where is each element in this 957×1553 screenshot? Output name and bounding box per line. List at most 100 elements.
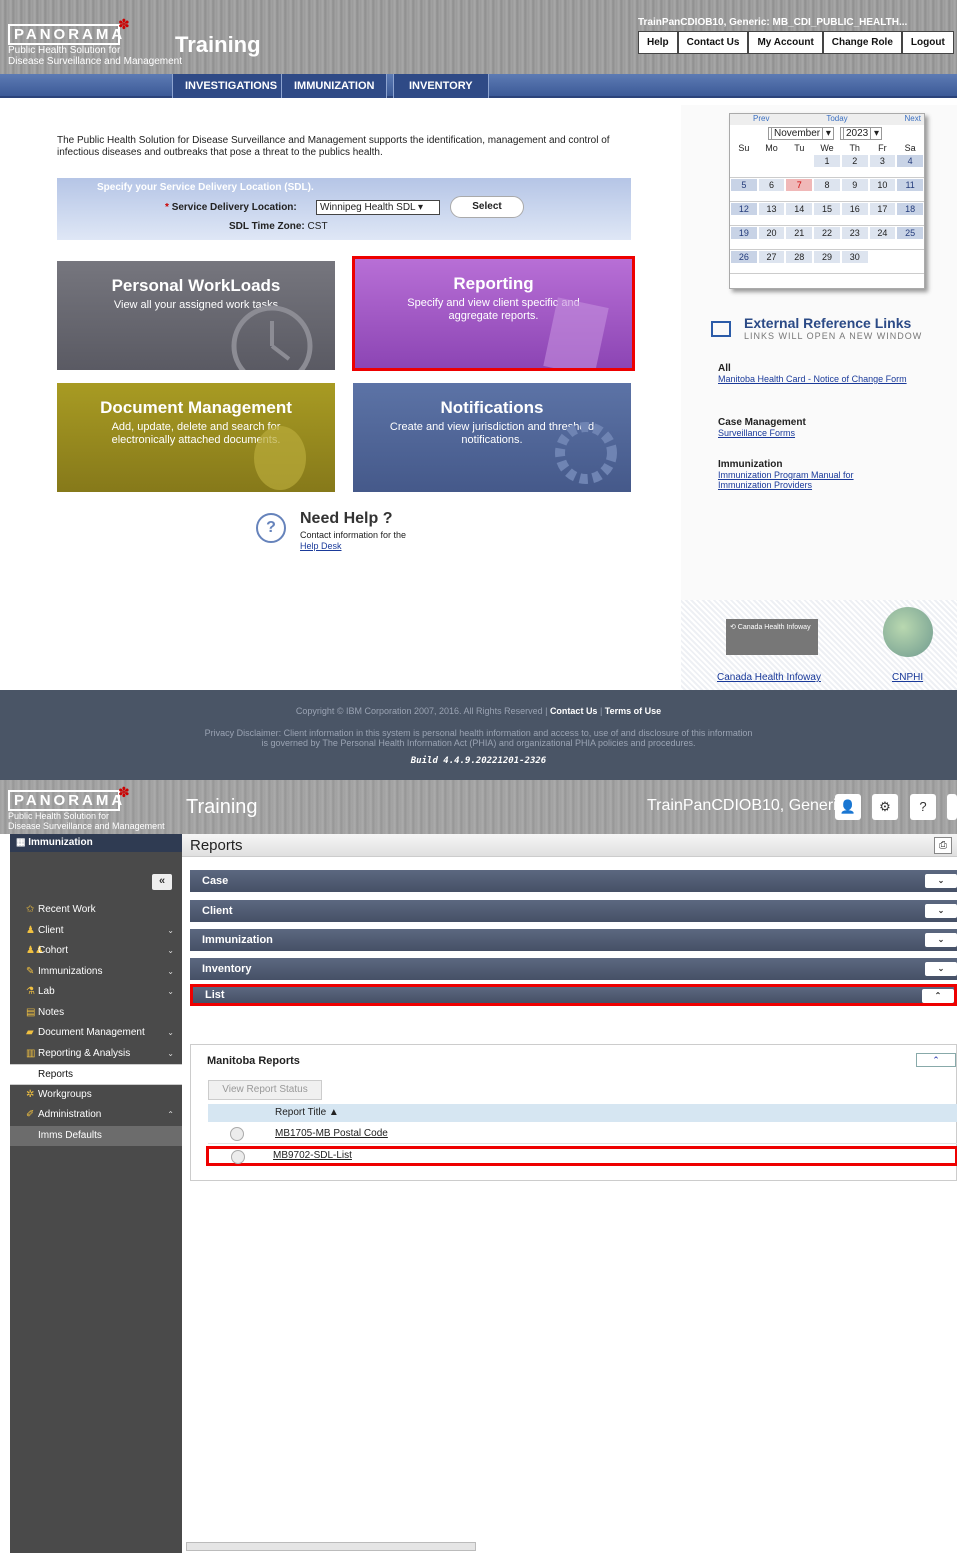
section-case[interactable]: Case ⌄	[190, 870, 957, 892]
expand-icon[interactable]: ⌄	[925, 904, 957, 918]
calendar-day[interactable]: 8	[813, 178, 841, 202]
table-row[interactable]: MB1705-MB Postal Code	[208, 1124, 957, 1144]
sidebar-item-administration[interactable]: ✐ Administration ⌃	[10, 1105, 182, 1126]
page-title: Reports	[190, 837, 243, 854]
tile-reporting[interactable]: Reporting Specify and view client specif…	[352, 256, 635, 371]
cnphi-link[interactable]: CNPHI	[892, 672, 923, 683]
calendar-day[interactable]: 12	[730, 202, 758, 226]
calendar-day[interactable]: 25	[896, 226, 924, 250]
calendar-day[interactable]: 19	[730, 226, 758, 250]
change-role-button[interactable]: Change Role	[822, 31, 902, 54]
calendar-day[interactable]: 29	[813, 250, 841, 274]
user-icon[interactable]: 👤	[835, 794, 861, 820]
sidebar-item-workgroups[interactable]: ✲ Workgroups	[10, 1085, 182, 1106]
calendar-day[interactable]: 6	[757, 178, 786, 202]
my-account-button[interactable]: My Account	[748, 31, 823, 54]
calendar-day[interactable]: 9	[840, 178, 869, 202]
select-button[interactable]: Select	[450, 196, 524, 218]
tile-document-management[interactable]: Document Management Add, update, delete …	[57, 383, 335, 492]
calendar-day[interactable]: 28	[785, 250, 814, 274]
calendar-day[interactable]: 3	[868, 154, 897, 178]
sidebar-item-reports[interactable]: Reports	[10, 1064, 182, 1085]
calendar-day[interactable]: 26	[730, 250, 758, 274]
calendar-day[interactable]: 30	[840, 250, 869, 274]
view-report-status-button[interactable]: View Report Status	[208, 1080, 322, 1100]
report-link[interactable]: MB9702-SDL-List	[273, 1149, 352, 1163]
contact-us-button[interactable]: Contact Us	[677, 31, 749, 54]
calendar-day[interactable]: 16	[840, 202, 869, 226]
col-report-title[interactable]: Report Title ▲	[275, 1104, 339, 1122]
day-number: 29	[814, 251, 840, 263]
help-icon[interactable]: ?	[910, 794, 936, 820]
section-immunization[interactable]: Immunization ⌄	[190, 929, 957, 951]
ext-link[interactable]: Manitoba Health Card - Notice of Change …	[718, 374, 907, 384]
sidebar-item-document-management[interactable]: ▰ Document Management ⌄	[10, 1023, 182, 1044]
calendar-day[interactable]: 27	[757, 250, 786, 274]
tile-notifications[interactable]: Notifications Create and view jurisdicti…	[353, 383, 631, 492]
month-select[interactable]: November ▾	[768, 127, 834, 140]
calendar-day[interactable]: 11	[896, 178, 924, 202]
row-radio[interactable]	[230, 1127, 244, 1141]
more-icon[interactable]	[947, 794, 957, 820]
logout-button[interactable]: Logout	[901, 31, 954, 54]
calendar-day[interactable]: 1	[813, 154, 841, 178]
prev-link[interactable]: Prev	[753, 114, 769, 125]
gear-icon[interactable]: ⚙	[872, 794, 898, 820]
sidebar-item-client[interactable]: ♟ Client ⌄	[10, 921, 182, 942]
sidebar-item-cohort[interactable]: ♟♟Cohort ⌄	[10, 941, 182, 962]
expand-icon[interactable]: ⌄	[925, 933, 957, 947]
ext-link[interactable]: Immunization Program Manual for Immuniza…	[718, 470, 854, 490]
calendar-day[interactable]: 20	[757, 226, 786, 250]
report-link[interactable]: MB1705-MB Postal Code	[275, 1124, 388, 1144]
calendar-day[interactable]: 4	[896, 154, 924, 178]
calendar-day[interactable]: 17	[868, 202, 897, 226]
section-list[interactable]: List ⌃	[190, 984, 957, 1006]
tile-personal-workloads[interactable]: Personal WorkLoads View all your assigne…	[57, 261, 335, 370]
sidebar-item-lab[interactable]: ⚗ Lab ⌄	[10, 982, 182, 1003]
calendar-day[interactable]: 14	[785, 202, 814, 226]
expand-icon[interactable]: ⌄	[925, 874, 957, 888]
privacy-line-2: is governed by The Personal Health Infor…	[261, 738, 696, 748]
print-icon[interactable]: ⎙	[934, 837, 952, 854]
section-client[interactable]: Client ⌄	[190, 900, 957, 922]
collapse-icon[interactable]: ⌃	[922, 989, 954, 1003]
nav-inventory[interactable]: INVENTORY	[393, 74, 489, 98]
calendar-day[interactable]: 10	[868, 178, 897, 202]
infoway-link[interactable]: Canada Health Infoway	[717, 672, 821, 683]
calendar-day[interactable]: 24	[868, 226, 897, 250]
sidebar-item-immunizations[interactable]: ✎ Immunizations ⌄	[10, 962, 182, 983]
today-link[interactable]: Today	[826, 114, 847, 125]
help-desk-link[interactable]: Help Desk	[300, 541, 342, 551]
next-link[interactable]: Next	[905, 114, 921, 125]
calendar-day[interactable]: 22	[813, 226, 841, 250]
sidebar-item-reporting-analysis[interactable]: ▥ Reporting & Analysis ⌄	[10, 1044, 182, 1065]
calendar-day[interactable]: 7	[785, 178, 814, 202]
expand-icon[interactable]: ⌄	[925, 962, 957, 976]
calendar-day[interactable]: 23	[840, 226, 869, 250]
calendar-day[interactable]: 18	[896, 202, 924, 226]
calendar-day[interactable]: 15	[813, 202, 841, 226]
module-switcher[interactable]: ▦ Immunization	[10, 834, 182, 852]
collapse-sidebar-button[interactable]: «	[152, 874, 172, 890]
table-row[interactable]: MB9702-SDL-List	[206, 1146, 957, 1166]
sidebar-item-recent-work[interactable]: ✩ Recent Work	[10, 900, 182, 921]
sidebar-item-notes[interactable]: ▤ Notes	[10, 1003, 182, 1024]
nav-investigations[interactable]: INVESTIGATIONS	[172, 74, 291, 98]
sidebar-item-imms-defaults[interactable]: Imms Defaults	[10, 1125, 182, 1146]
footer-terms-link[interactable]: Terms of Use	[605, 706, 661, 716]
calendar-day[interactable]: 13	[757, 202, 786, 226]
sdl-select[interactable]: Winnipeg Health SDL ▾	[316, 200, 440, 215]
calendar-day[interactable]: 2	[840, 154, 869, 178]
footer-contact-link[interactable]: Contact Us	[550, 706, 598, 716]
year-select[interactable]: 2023 ▾	[839, 127, 883, 140]
calendar-empty	[730, 154, 758, 178]
row-radio[interactable]	[231, 1150, 245, 1164]
section-inventory[interactable]: Inventory ⌄	[190, 958, 957, 980]
calendar-day[interactable]: 5	[730, 178, 758, 202]
ext-link[interactable]: Surveillance Forms	[718, 428, 795, 438]
help-button[interactable]: Help	[638, 31, 678, 54]
day-number: 20	[758, 227, 785, 239]
collapse-icon[interactable]: ⌃	[916, 1053, 956, 1067]
calendar-day[interactable]: 21	[785, 226, 814, 250]
nav-immunization[interactable]: IMMUNIZATION	[281, 74, 388, 98]
